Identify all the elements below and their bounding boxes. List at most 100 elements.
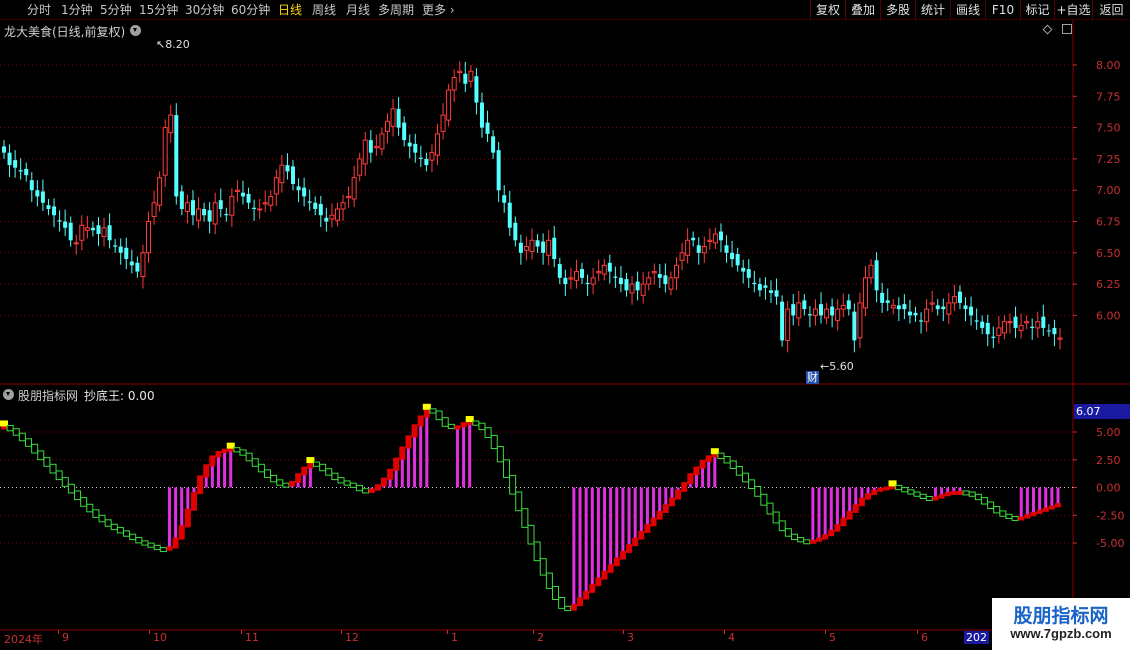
indicator-block-7 [43, 457, 51, 467]
candle-body-114 [635, 281, 640, 291]
watermark-line1: 股朋指标网 [1013, 605, 1109, 627]
price-tick-label-3: 7.25 [1096, 153, 1121, 166]
indicator-block-120 [735, 466, 743, 476]
indicator-block-27 [166, 546, 173, 551]
high-price-value: 8.20 [165, 38, 190, 51]
candle-body-4 [24, 168, 29, 176]
indicator-block-86 [527, 524, 535, 545]
price-tick-label-5: 6.75 [1096, 216, 1121, 229]
price-tick-label-1: 7.75 [1096, 90, 1121, 103]
indicator-block-140 [858, 497, 865, 507]
indicator-block-64 [393, 457, 400, 471]
candle-body-44 [246, 193, 251, 203]
indicator-block-157 [962, 490, 970, 496]
indicator-block-161 [987, 501, 995, 509]
candle-body-62 [346, 195, 352, 199]
indicator-block-9 [55, 470, 63, 481]
candle-body-24 [135, 262, 140, 272]
panel-layout-icon[interactable] [1062, 24, 1072, 34]
indicator-block-30 [184, 508, 191, 528]
candle-body-105 [585, 282, 590, 285]
financial-event-badge[interactable]: 财 [806, 371, 819, 384]
indicator-bar-153 [940, 487, 944, 496]
indicator-block-56 [343, 480, 351, 486]
candle-body-101 [563, 277, 568, 285]
candle-body-162 [902, 304, 907, 310]
indicator-bar-107 [658, 487, 662, 512]
candle-body-65 [362, 139, 368, 165]
candle-body-82 [457, 70, 463, 74]
month-label-3: 12 [345, 631, 359, 644]
candle-body-71 [396, 108, 401, 128]
main-panel-menu-icon[interactable] [130, 25, 141, 36]
indicator-bar-135 [829, 487, 833, 531]
candle-body-117 [651, 271, 657, 274]
indicator-block-114 [699, 459, 706, 469]
candle-body-98 [546, 239, 552, 256]
indicator-bar-116 [713, 454, 717, 488]
month-tick-4 [447, 630, 448, 634]
indicator-bar-36 [223, 449, 227, 488]
indicator-block-24 [147, 542, 155, 548]
indicator-block-69 [423, 408, 430, 418]
candle-body-41 [229, 195, 235, 216]
indicator-block-1 [6, 424, 14, 432]
candle-body-2 [13, 160, 18, 168]
indicator-bar-100 [615, 487, 619, 559]
candle-body-35 [196, 208, 202, 221]
candle-body-106 [590, 277, 596, 285]
candle-body-158 [880, 292, 885, 303]
candle-body-95 [529, 239, 535, 253]
indicator-block-167 [1024, 514, 1031, 519]
price-tick-label-6: 6.50 [1096, 247, 1121, 260]
indicator-block-4 [25, 438, 33, 447]
indicator-block-11 [67, 483, 75, 494]
indicator-block-52 [319, 463, 327, 472]
indicator-block-83 [509, 474, 517, 495]
indicator-block-105 [644, 524, 651, 533]
indicator-block-62 [380, 477, 387, 487]
candle-body-108 [601, 264, 607, 275]
candle-body-107 [596, 271, 602, 274]
indicator-block-18 [110, 523, 118, 531]
indicator-bar-167 [1025, 487, 1029, 516]
candle-body-175 [974, 320, 979, 322]
indicator-bar-168 [1031, 487, 1035, 514]
candle-body-39 [218, 200, 223, 209]
indicator-block-92 [564, 605, 572, 612]
candle-body-189 [1052, 327, 1057, 335]
candle-body-177 [985, 322, 990, 335]
candle-body-157 [874, 260, 879, 291]
indicator-block-99 [607, 564, 614, 573]
indicator-block-12 [74, 490, 82, 501]
indicator-bar-108 [664, 487, 668, 506]
indicator-block-55 [337, 477, 345, 484]
indicator-block-21 [129, 533, 137, 541]
candle-body-170 [946, 302, 952, 315]
indicator-block-57 [349, 482, 357, 488]
indicator-block-85 [521, 508, 529, 528]
indicator-block-97 [595, 577, 602, 587]
month-tick-8 [825, 630, 826, 634]
indicator-block-108 [662, 504, 669, 513]
candle-body-110 [613, 276, 618, 278]
low-price-value: 5.60 [829, 360, 854, 373]
indicator-block-144 [883, 486, 890, 491]
indicator-bar-169 [1038, 487, 1042, 511]
indicator-block-31 [190, 492, 197, 511]
candle-body-51 [285, 165, 290, 172]
candle-body-8 [46, 205, 51, 209]
candle-body-31 [174, 115, 179, 197]
candle-body-83 [463, 73, 468, 84]
indicator-block-98 [601, 570, 608, 580]
candle-body-132 [735, 254, 740, 266]
indicator-bar-96 [590, 487, 594, 586]
candle-body-126 [701, 246, 707, 254]
candle-body-168 [935, 305, 940, 310]
indicator-block-121 [741, 472, 749, 483]
indicator-block-39 [239, 449, 247, 456]
chart-area[interactable]: 8.00 7.75 7.50 7.25 7.00 6.75 6.50 6.25 6.00 5.00… [0, 0, 1130, 650]
indicator-panel-menu-icon[interactable] [3, 389, 14, 400]
indicator-block-59 [362, 488, 370, 494]
candle-body-42 [234, 189, 240, 192]
